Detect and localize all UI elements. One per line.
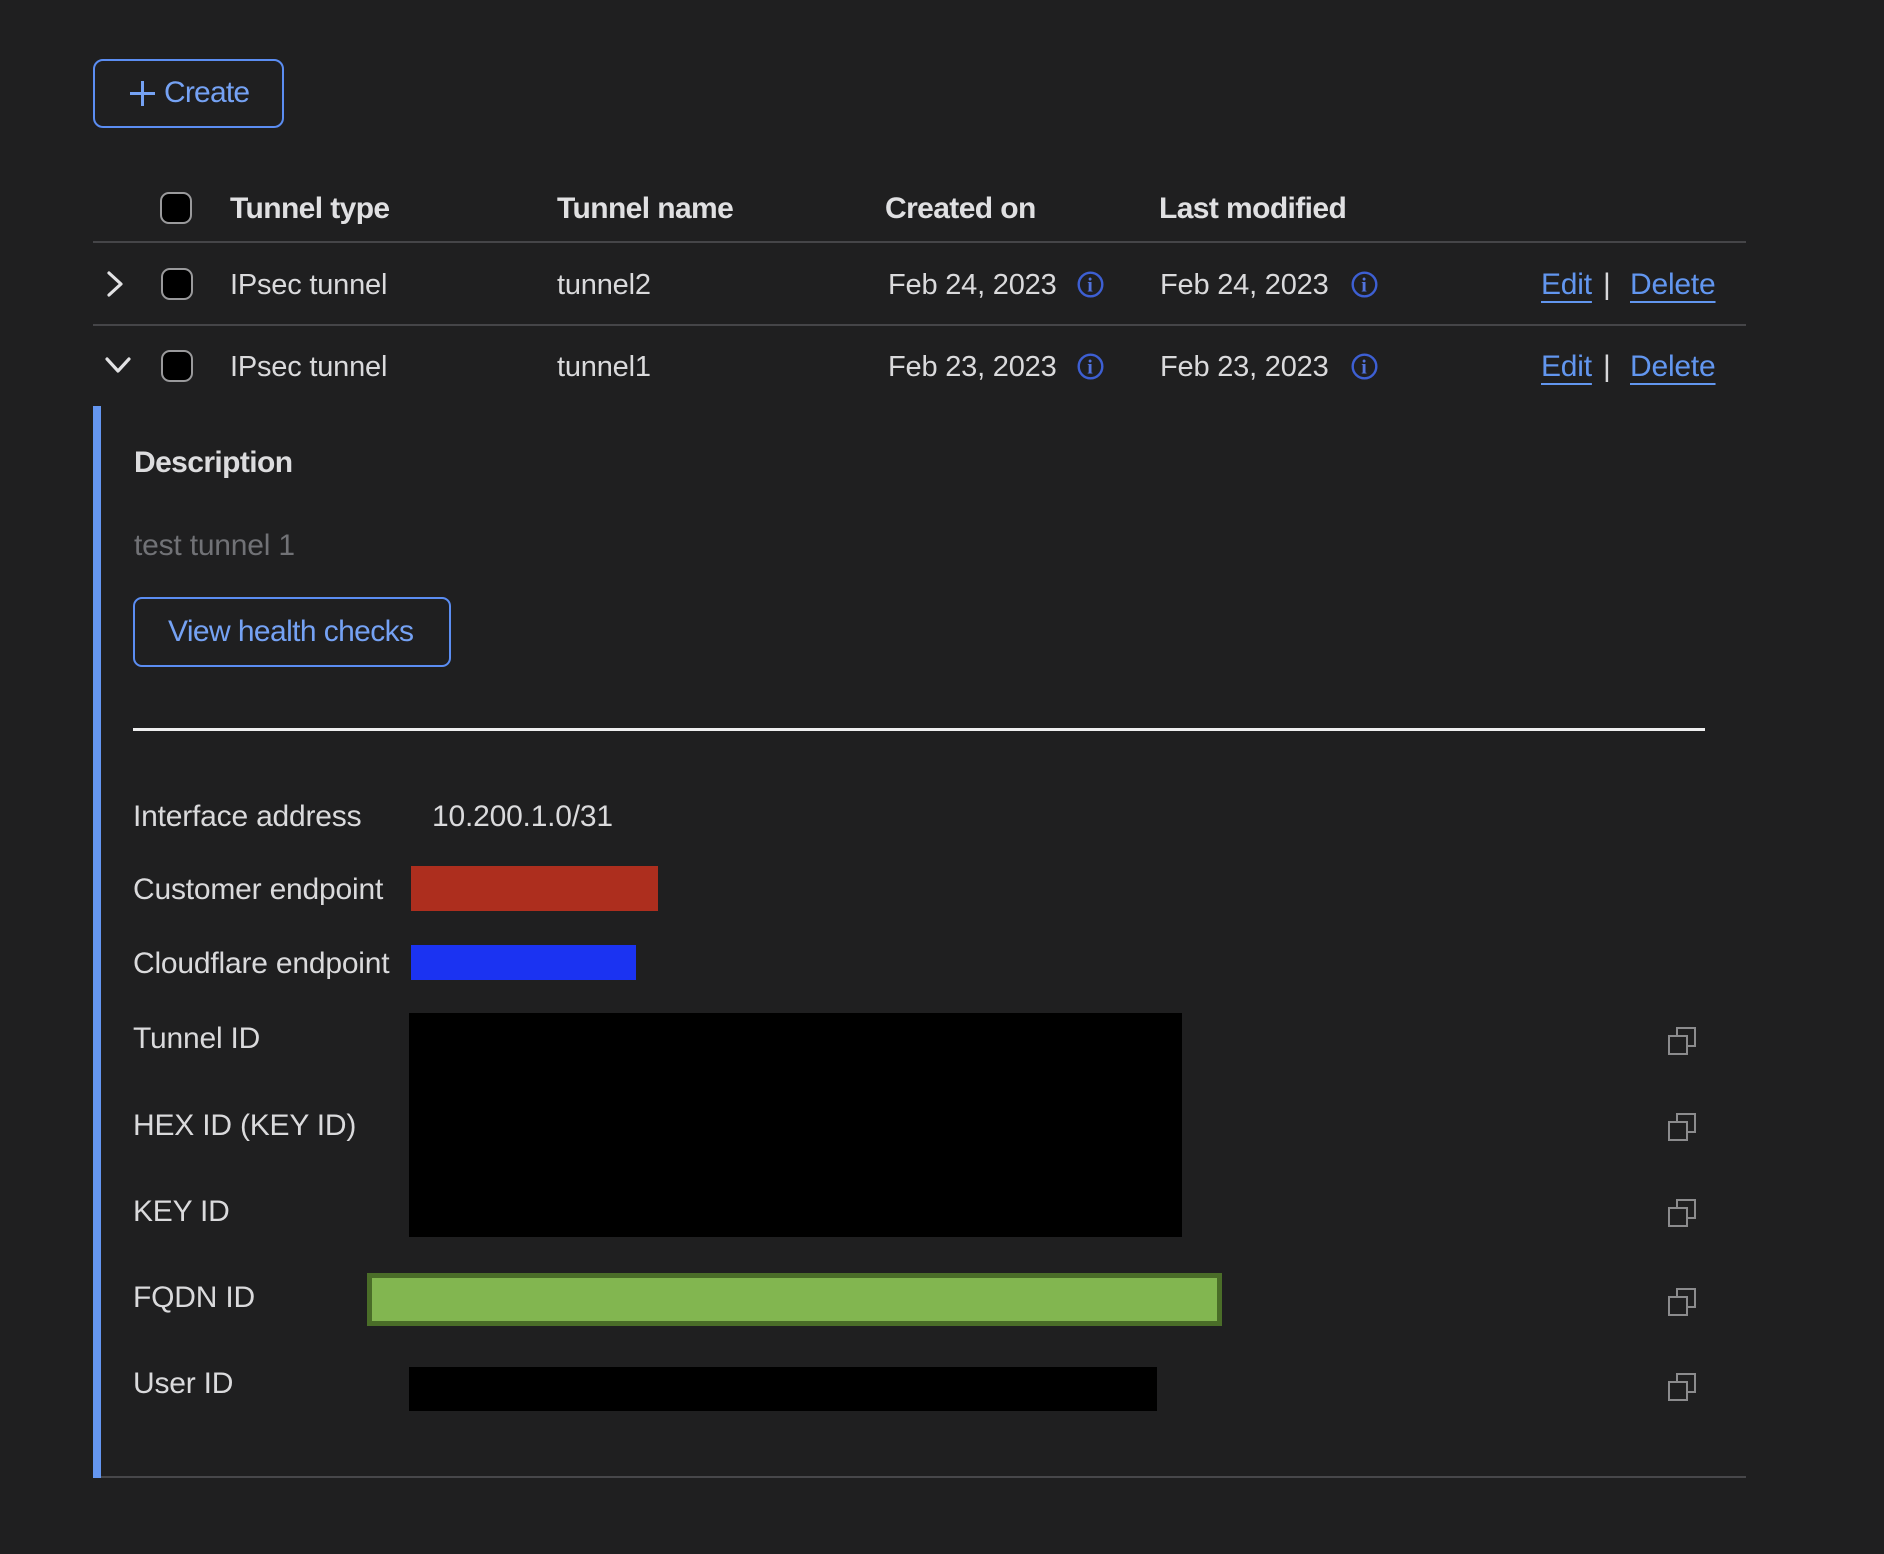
svg-text:i: i — [1087, 357, 1093, 379]
svg-text:i: i — [1361, 357, 1367, 379]
svg-text:i: i — [1361, 275, 1367, 297]
svg-text:i: i — [1087, 275, 1093, 297]
